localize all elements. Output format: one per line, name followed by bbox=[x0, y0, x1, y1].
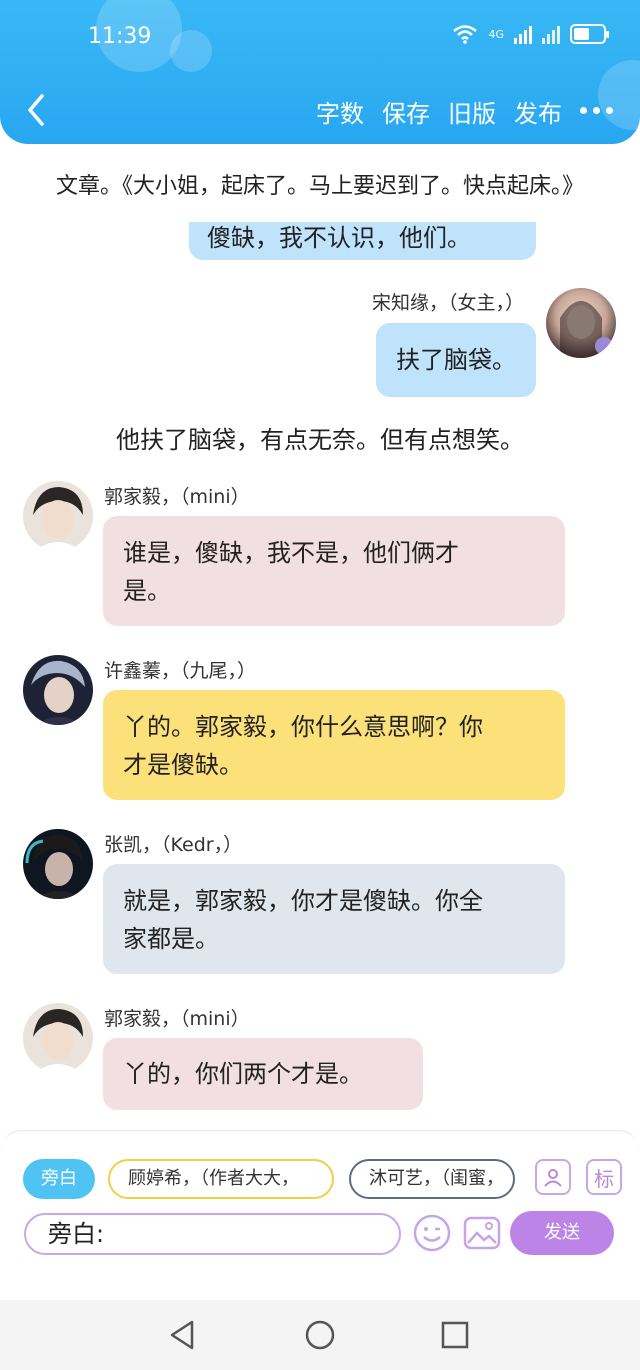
role-chip[interactable]: 沐可艺，（闺蜜， bbox=[349, 1159, 515, 1199]
top-header: 11:39 4G 字数 保存 旧版 发布 bbox=[0, 0, 640, 144]
speaker-name: 张凯，（Kedr，） bbox=[104, 834, 243, 856]
decor-bubble bbox=[170, 30, 212, 72]
message-line: 才是傻缺。 bbox=[123, 751, 243, 779]
person-icon bbox=[544, 1169, 562, 1187]
avatar[interactable] bbox=[23, 655, 93, 725]
message-bubble-partial: 傻缺，我不认识，他们。 bbox=[189, 222, 536, 260]
image-icon bbox=[463, 1216, 501, 1250]
wifi-icon bbox=[453, 25, 478, 44]
status-time: 11:39 bbox=[88, 24, 152, 49]
speaker-name: 许鑫蓁，（九尾，） bbox=[104, 660, 257, 682]
header-actions: 字数 保存 旧版 发布 bbox=[316, 94, 562, 129]
old-version-button[interactable]: 旧版 bbox=[448, 94, 496, 129]
message-line: 家都是。 bbox=[123, 925, 219, 953]
message-line: 就是，郭家毅，你才是傻缺。你全 bbox=[123, 887, 483, 915]
circle-home-icon bbox=[305, 1320, 335, 1350]
send-button[interactable]: 发送 bbox=[510, 1211, 614, 1255]
chevron-left-icon bbox=[28, 94, 44, 126]
nav-back-button[interactable] bbox=[166, 1318, 200, 1352]
system-nav-bar bbox=[0, 1300, 640, 1370]
status-icons: 4G bbox=[452, 24, 609, 44]
message-line: 丫的。郭家毅，你什么意思啊？你 bbox=[123, 713, 483, 741]
character-settings-button[interactable] bbox=[535, 1159, 571, 1195]
tag-button[interactable]: 标 bbox=[586, 1159, 622, 1195]
article-title: 文章。《大小姐，起床了。马上要迟到了。快点起床。》 bbox=[55, 174, 584, 199]
chat-area[interactable]: 傻缺，我不认识，他们。 宋知缘，（女主，） 扶了脑袋。 他扶了脑袋，有点无奈。但… bbox=[0, 222, 640, 1130]
avatar[interactable] bbox=[23, 481, 93, 551]
emoji-icon bbox=[413, 1214, 451, 1252]
message-bubble[interactable]: 扶了脑袋。 bbox=[376, 323, 536, 397]
speaker-name: 郭家毅，（mini） bbox=[104, 486, 250, 508]
publish-button[interactable]: 发布 bbox=[514, 94, 562, 129]
nav-recents-button[interactable] bbox=[438, 1318, 472, 1352]
nav-home-button[interactable] bbox=[303, 1318, 337, 1352]
avatar[interactable] bbox=[546, 288, 616, 358]
battery-icon bbox=[570, 24, 609, 44]
network-label: 4G bbox=[488, 27, 504, 41]
message-line: 谁是，傻缺，我不是，他们俩才 bbox=[123, 539, 459, 567]
avatar[interactable] bbox=[23, 829, 93, 899]
avatar[interactable] bbox=[23, 1003, 93, 1073]
back-button[interactable] bbox=[20, 88, 60, 132]
emoji-button[interactable] bbox=[412, 1213, 452, 1253]
message-bubble[interactable]: 就是，郭家毅，你才是傻缺。你全 家都是。 bbox=[103, 864, 565, 974]
message-bubble[interactable]: 丫的，你们两个才是。 bbox=[103, 1038, 423, 1110]
image-button[interactable] bbox=[462, 1213, 502, 1253]
word-count-button[interactable]: 字数 bbox=[316, 94, 364, 129]
speaker-name: 郭家毅，（mini） bbox=[104, 1008, 250, 1030]
triangle-back-icon bbox=[170, 1320, 194, 1350]
square-recents-icon bbox=[441, 1321, 469, 1349]
narration-text: 他扶了脑袋，有点无奈。但有点想笑。 bbox=[116, 426, 524, 454]
more-options-button[interactable] bbox=[580, 96, 616, 124]
message-line: 是。 bbox=[123, 577, 171, 605]
message-line: 丫的，你们两个才是。 bbox=[123, 1060, 363, 1088]
message-input[interactable]: 旁白: bbox=[24, 1213, 401, 1255]
role-chip[interactable]: 顾婷希，（作者大大， bbox=[108, 1159, 334, 1199]
message-bubble[interactable]: 谁是，傻缺，我不是，他们俩才 是。 bbox=[103, 516, 565, 626]
signal-icon bbox=[514, 24, 532, 44]
message-bubble[interactable]: 丫的。郭家毅，你什么意思啊？你 才是傻缺。 bbox=[103, 690, 565, 800]
speaker-name: 宋知缘，（女主，） bbox=[371, 292, 524, 314]
save-button[interactable]: 保存 bbox=[382, 94, 430, 129]
signal-icon-2 bbox=[542, 24, 560, 44]
role-chip-narration[interactable]: 旁白 bbox=[23, 1159, 95, 1199]
composer-panel: 旁白 顾婷希，（作者大大， 沐可艺，（闺蜜， 标 旁白: 发送 bbox=[0, 1130, 640, 1300]
